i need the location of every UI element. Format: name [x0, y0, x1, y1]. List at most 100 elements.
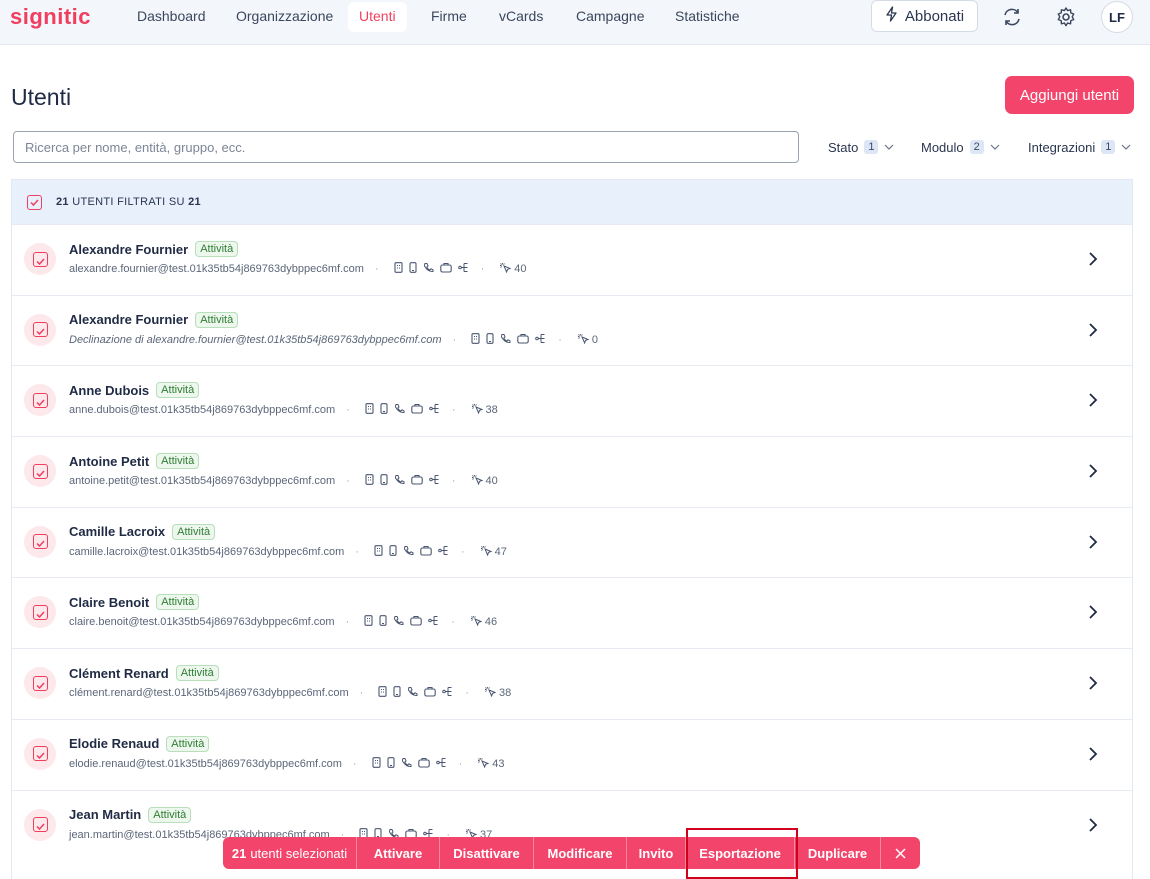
filter-modulo[interactable]: Modulo 2 — [921, 137, 1000, 157]
chevron-right-icon[interactable] — [1086, 463, 1100, 479]
chevron-right-icon[interactable] — [1086, 817, 1100, 833]
building-icon — [394, 262, 403, 276]
row-select[interactable] — [24, 313, 56, 346]
filter-label: Integrazioni — [1028, 139, 1096, 155]
filter-count: 2 — [969, 140, 984, 154]
close-icon[interactable] — [881, 837, 920, 869]
user-email: alexandre.fournier@test.01k35tb54j869763… — [69, 263, 364, 275]
row-select[interactable] — [24, 243, 56, 275]
row-checkbox[interactable] — [32, 815, 48, 834]
chevron-right-icon[interactable] — [1086, 746, 1100, 762]
user-email: anne.dubois@test.01k35tb54j869763dybppec… — [69, 404, 336, 417]
table-row[interactable]: Alexandre Fournier Attività alexandre.fo… — [12, 224, 1132, 295]
user-avatar[interactable]: LF — [1101, 1, 1133, 33]
user-name: Antoine Petit — [69, 453, 150, 469]
click-count: 38 — [471, 403, 498, 417]
user-meta-line: alexandre.fournier@test.01k35tb54j869763… — [69, 262, 527, 276]
subscribe-label: Abbonati — [904, 7, 965, 25]
row-checkbox[interactable] — [32, 746, 48, 762]
separator-dot: · — [346, 404, 350, 417]
briefcase-icon — [439, 262, 452, 276]
org-tree-icon — [429, 474, 441, 488]
nav-campagne[interactable]: Campagne — [566, 2, 655, 32]
chevron-right-icon[interactable] — [1086, 604, 1100, 620]
row-select[interactable] — [24, 596, 56, 629]
user-name: Clément Renard — [69, 665, 169, 681]
mobile-icon — [389, 544, 397, 559]
check-icon — [35, 815, 45, 834]
phone-icon — [401, 757, 412, 771]
org-tree-icon — [442, 686, 454, 700]
chevron-right-icon[interactable] — [1086, 534, 1100, 550]
nav-dashboard[interactable]: Dashboard — [127, 2, 216, 32]
modify-button[interactable]: Modificare — [534, 837, 627, 869]
signitic-logo[interactable]: signitic — [10, 4, 91, 30]
org-tree-icon — [428, 615, 440, 629]
row-checkbox[interactable] — [32, 463, 48, 479]
table-row[interactable]: Anne Dubois Attività anne.dubois@test.01… — [12, 365, 1132, 436]
row-select[interactable] — [24, 737, 56, 770]
chevron-right-icon[interactable] — [1086, 675, 1100, 691]
filter-stato[interactable]: Stato 1 — [828, 137, 894, 157]
separator-dot: · — [451, 616, 455, 629]
nav-statistiche[interactable]: Statistiche — [665, 2, 750, 32]
select-all-checkbox[interactable] — [27, 194, 42, 210]
status-badge: Attività — [156, 382, 200, 399]
row-checkbox[interactable] — [32, 392, 48, 408]
table-row[interactable]: Clément Renard Attività clément.renard@t… — [12, 648, 1132, 719]
add-users-button[interactable]: Aggiungi utenti — [1005, 76, 1134, 114]
separator-dot: · — [558, 333, 562, 346]
row-checkbox[interactable] — [32, 675, 48, 691]
chevron-right-icon[interactable] — [1086, 251, 1100, 267]
chevron-right-icon[interactable] — [1086, 392, 1100, 408]
click-count: 46 — [470, 615, 497, 629]
nav-firme[interactable]: Firme — [421, 2, 477, 32]
phone-icon — [393, 615, 404, 629]
table-row[interactable]: Elodie Renaud Attività elodie.renaud@tes… — [12, 718, 1132, 790]
filter-integrazioni[interactable]: Integrazioni 1 — [1028, 137, 1131, 157]
gear-icon[interactable] — [1051, 2, 1081, 32]
duplicate-button[interactable]: Duplicare — [795, 837, 881, 869]
row-checkbox[interactable] — [32, 322, 48, 338]
user-name: Claire Benoit — [69, 594, 150, 610]
nav-utenti[interactable]: Utenti — [348, 2, 407, 32]
user-name-line: Antoine Petit Attività — [69, 453, 200, 470]
row-checkbox[interactable] — [32, 251, 48, 267]
row-select[interactable] — [24, 525, 56, 558]
table-row[interactable]: Camille Lacroix Attività camille.lacroix… — [12, 506, 1132, 578]
activate-button[interactable]: Attivare — [357, 837, 440, 869]
invite-button[interactable]: Invito — [627, 837, 686, 869]
user-name-line: Anne Dubois Attività — [69, 382, 200, 399]
table-row[interactable]: Antoine Petit Attività antoine.petit@tes… — [12, 436, 1132, 507]
row-checkbox[interactable] — [32, 604, 48, 620]
subscribe-button[interactable]: Abbonati — [871, 0, 978, 32]
user-name-line: Elodie Renaud Attività — [69, 735, 210, 752]
nav-vcards[interactable]: vCards — [489, 2, 553, 32]
row-select[interactable] — [24, 455, 56, 488]
chevron-right-icon[interactable] — [1086, 322, 1100, 338]
filter-label: Stato — [828, 139, 859, 155]
separator-dot: · — [346, 475, 350, 488]
sync-icon[interactable] — [997, 2, 1027, 32]
nav-organizzazione[interactable]: Organizzazione — [226, 2, 343, 32]
mobile-icon — [393, 686, 401, 700]
export-button[interactable]: Esportazione — [686, 837, 795, 869]
search-input[interactable] — [13, 131, 799, 163]
org-tree-icon — [457, 262, 470, 276]
user-field-icons — [374, 544, 450, 559]
row-select[interactable] — [24, 384, 56, 417]
user-field-icons — [378, 686, 454, 700]
list-header: 21 UTENTI FILTRATI SU 21 — [12, 180, 1132, 224]
user-name-line: Alexandre Fournier Attività — [69, 311, 239, 328]
row-checkbox[interactable] — [32, 534, 48, 550]
table-row[interactable]: Claire Benoit Attività claire.benoit@tes… — [12, 577, 1132, 648]
filter-count: 1 — [1101, 140, 1116, 154]
user-field-icons — [471, 332, 547, 347]
building-icon — [378, 686, 387, 700]
deactivate-button[interactable]: Disattivare — [440, 837, 534, 869]
row-select[interactable] — [24, 667, 56, 700]
click-count-value: 43 — [492, 757, 505, 770]
row-select[interactable] — [24, 808, 56, 841]
user-meta-line: Declinazione di alexandre.fournier@test.… — [69, 332, 598, 347]
table-row[interactable]: Alexandre Fournier Attività Declinazione… — [12, 294, 1132, 366]
